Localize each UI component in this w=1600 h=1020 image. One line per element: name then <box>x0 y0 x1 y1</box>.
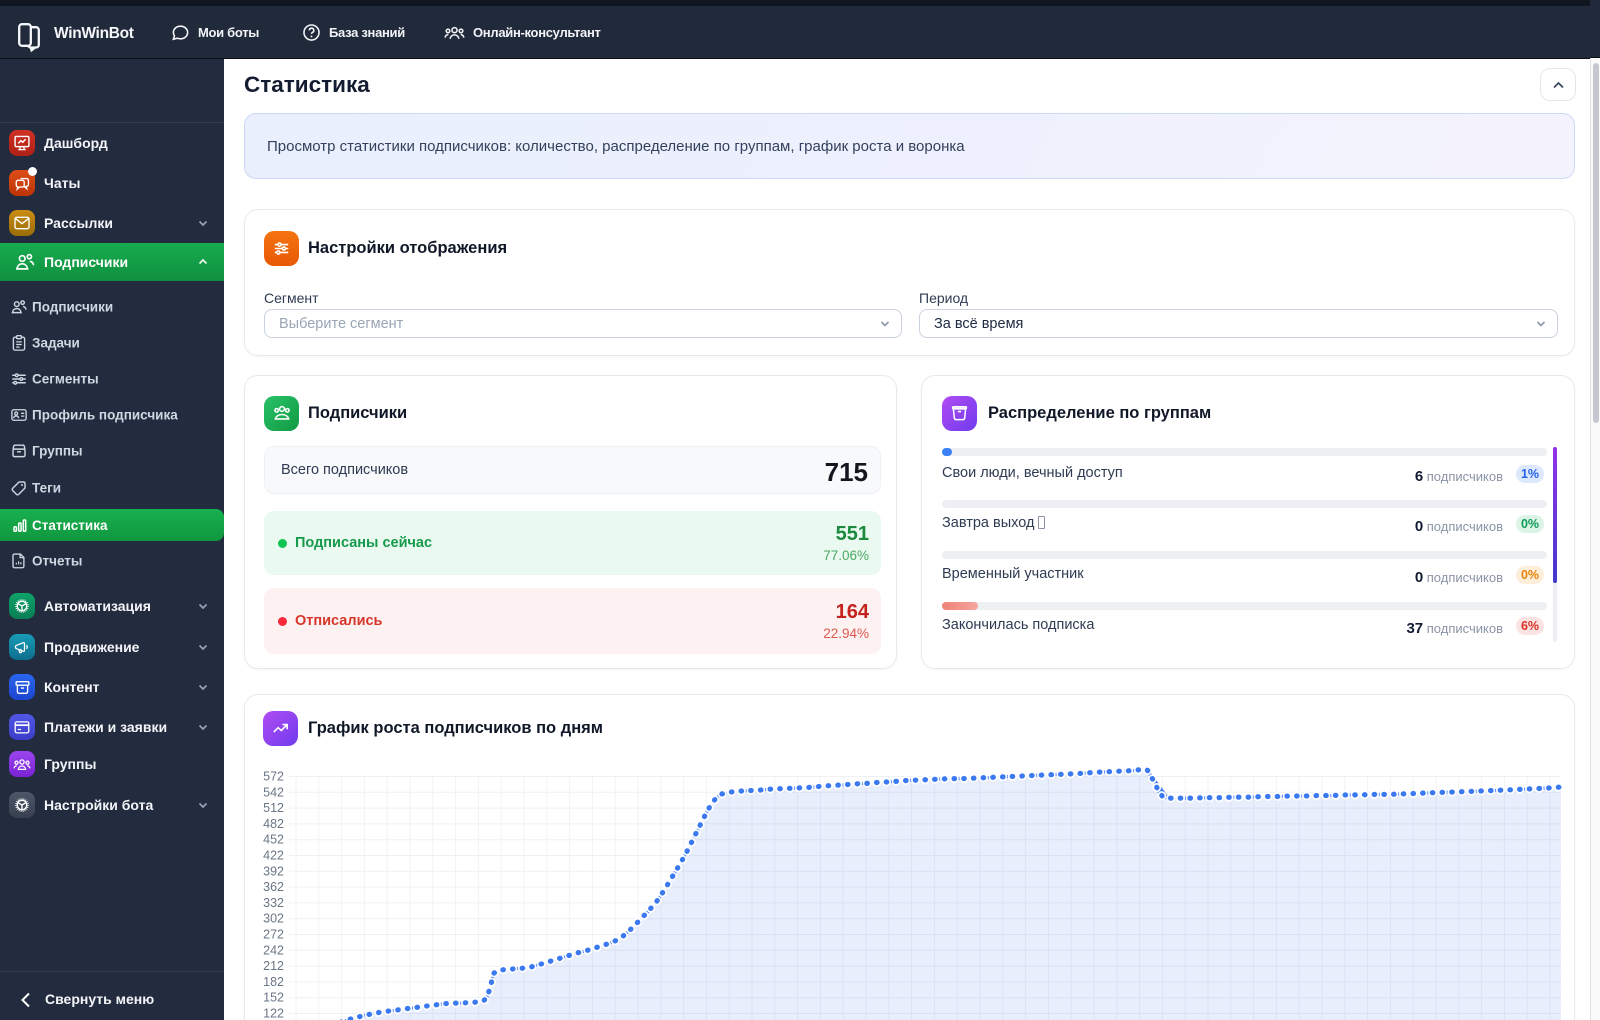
svg-text:242: 242 <box>263 943 284 957</box>
svg-text:362: 362 <box>263 880 284 894</box>
svg-text:482: 482 <box>263 817 284 831</box>
svg-text:422: 422 <box>263 849 284 863</box>
svg-text:212: 212 <box>263 959 284 973</box>
svg-text:512: 512 <box>263 801 284 815</box>
svg-text:302: 302 <box>263 912 284 926</box>
svg-text:332: 332 <box>263 896 284 910</box>
svg-text:572: 572 <box>263 770 284 784</box>
svg-text:272: 272 <box>263 928 284 942</box>
svg-text:542: 542 <box>263 785 284 799</box>
svg-text:452: 452 <box>263 833 284 847</box>
svg-text:122: 122 <box>263 1007 284 1020</box>
svg-text:152: 152 <box>263 991 284 1005</box>
svg-text:182: 182 <box>263 975 284 989</box>
svg-text:392: 392 <box>263 864 284 878</box>
